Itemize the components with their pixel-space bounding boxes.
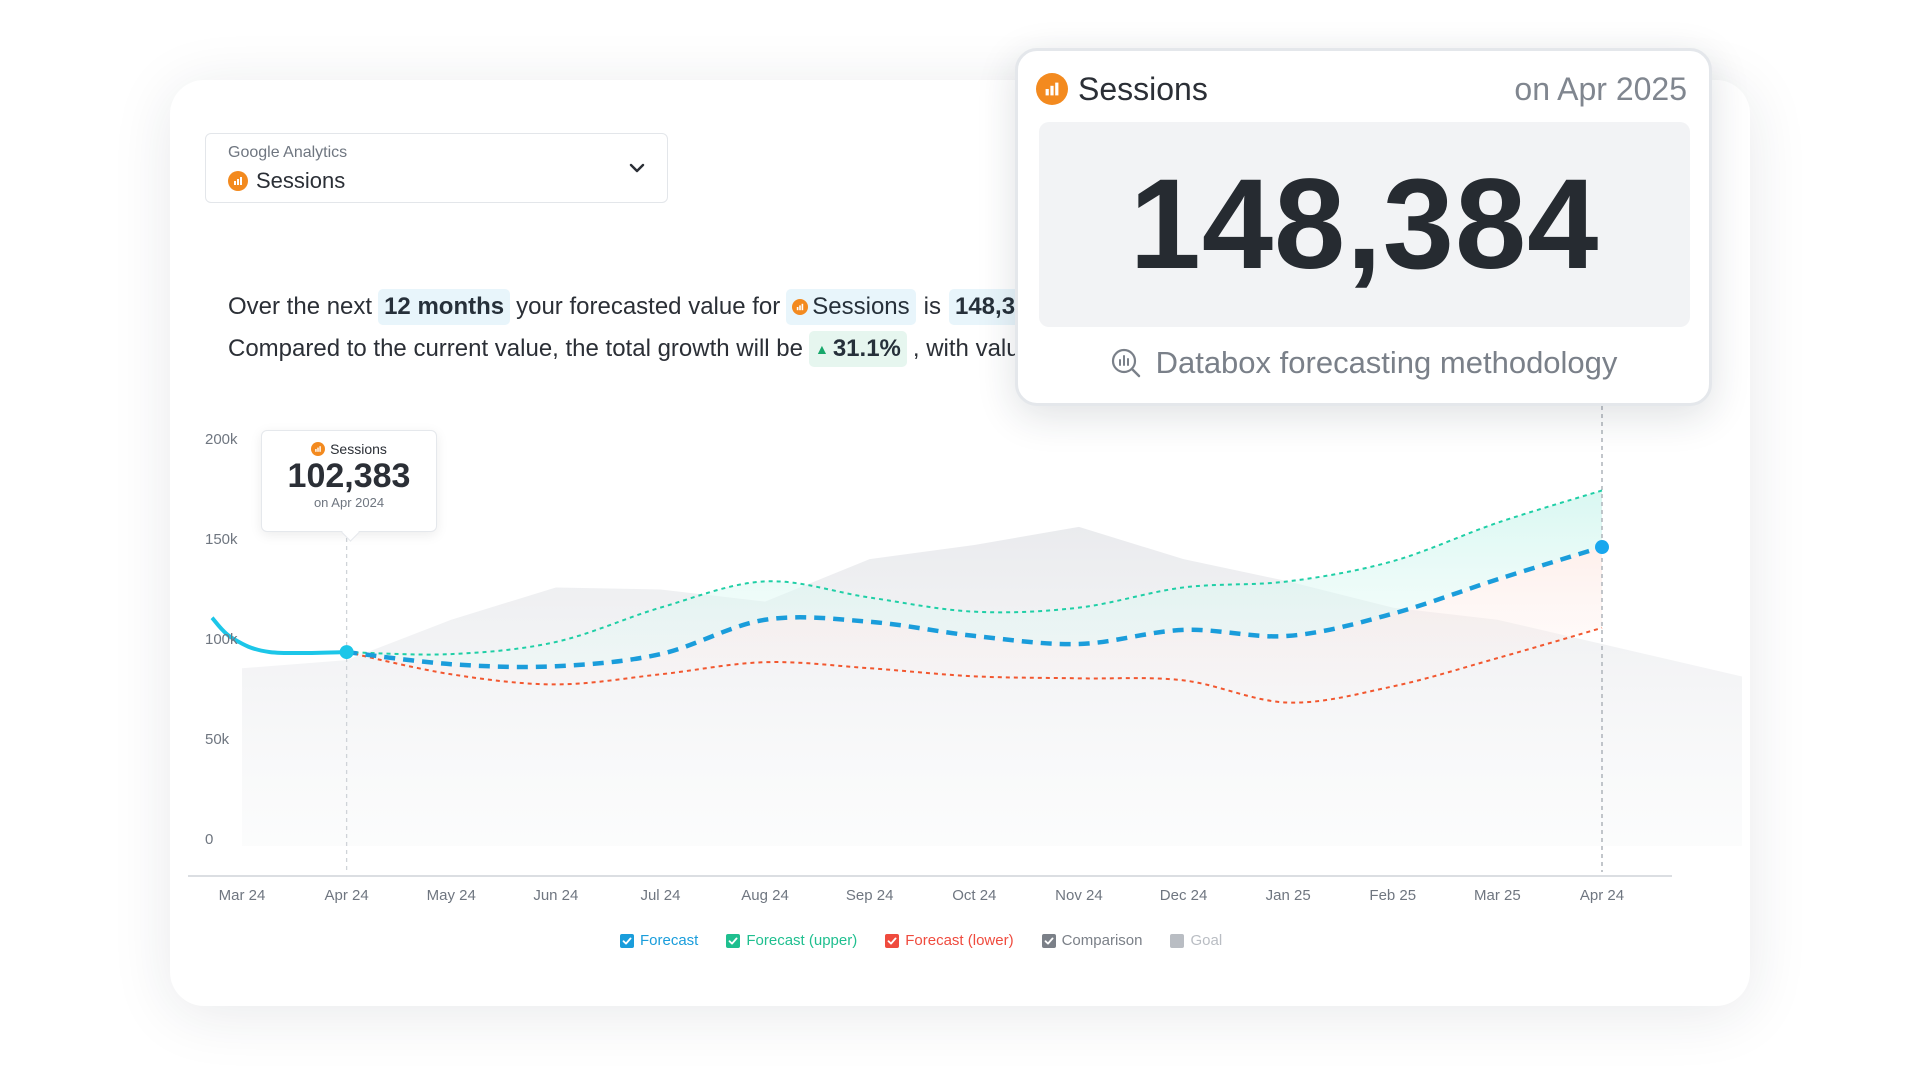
legend-item-comparison[interactable]: Comparison: [1041, 932, 1143, 949]
x-tick-label: Nov 24: [1055, 887, 1103, 904]
y-tick-label: 200k: [205, 431, 238, 448]
tooltip-date: on Apr 2024: [313, 495, 385, 510]
checkbox-icon[interactable]: [620, 933, 634, 948]
legend-item-goal[interactable]: Goal: [1170, 932, 1222, 949]
y-tick-label: 0: [205, 831, 213, 848]
checkbox-icon[interactable]: [1170, 933, 1185, 948]
legend-label: Forecast (upper): [746, 932, 858, 949]
x-tick-label: Jun 24: [533, 887, 578, 904]
x-tick-label: Mar 24: [219, 887, 266, 904]
x-tick-label: Jul 24: [640, 887, 680, 904]
popup-header: Sessions on Apr 2025: [1036, 69, 1687, 109]
popup-value: 148,384: [1129, 153, 1600, 296]
x-tick-label: Dec 24: [1160, 887, 1208, 904]
legend-label: Comparison: [1061, 932, 1143, 949]
legend-label: Forecast: [640, 932, 699, 949]
legend-item-forecast[interactable]: Forecast: [620, 932, 698, 949]
popup-metric: Sessions: [1078, 70, 1208, 107]
x-tick-label: May 24: [427, 887, 476, 904]
chart-tooltip: Sessions 102,383 on Apr 2024: [261, 430, 437, 532]
forecast-value-popup: Sessions on Apr 2025 148,384 Databox for…: [1015, 48, 1712, 406]
x-tick-label: Sep 24: [846, 887, 894, 904]
legend-label: Forecast (lower): [905, 932, 1014, 949]
current-point: [339, 645, 354, 660]
x-tick-label: Apr 24: [1580, 887, 1624, 904]
x-tick-label: Mar 25: [1474, 887, 1521, 904]
x-tick-label: Feb 25: [1369, 887, 1416, 904]
legend-label: Goal: [1190, 932, 1223, 949]
tooltip-metric: Sessions: [262, 441, 436, 457]
tooltip-metric-label: Sessions: [330, 441, 387, 457]
forecast-end-point: [1595, 540, 1609, 555]
methodology-link-label: Databox forecasting methodology: [1155, 345, 1618, 380]
x-tick-label: Oct 24: [952, 887, 996, 904]
x-tick-label: Jan 25: [1266, 887, 1311, 904]
popup-date: on Apr 2025: [1514, 70, 1687, 107]
checkbox-icon[interactable]: [726, 933, 741, 948]
search-chart-icon: [1111, 348, 1140, 378]
y-tick-label: 100k: [205, 631, 238, 648]
tooltip-value: 102,383: [287, 457, 411, 495]
x-tick-label: Aug 24: [741, 887, 789, 904]
google-analytics-icon: [1036, 73, 1068, 105]
methodology-link[interactable]: Databox forecasting methodology: [1018, 345, 1709, 381]
popup-value-box: 148,384: [1039, 122, 1690, 327]
y-tick-label: 50k: [205, 731, 230, 748]
checkbox-icon[interactable]: [1041, 933, 1056, 948]
checkbox-icon[interactable]: [885, 933, 900, 948]
legend-item-forecast-lower[interactable]: Forecast (lower): [885, 932, 1014, 949]
legend-item-forecast-upper[interactable]: Forecast (upper): [726, 932, 857, 949]
y-tick-label: 150k: [205, 531, 238, 548]
google-analytics-icon: [311, 442, 326, 456]
chart-legend: Forecast Forecast (upper) Forecast (lowe…: [620, 932, 1222, 949]
x-tick-label: Apr 24: [325, 887, 369, 904]
